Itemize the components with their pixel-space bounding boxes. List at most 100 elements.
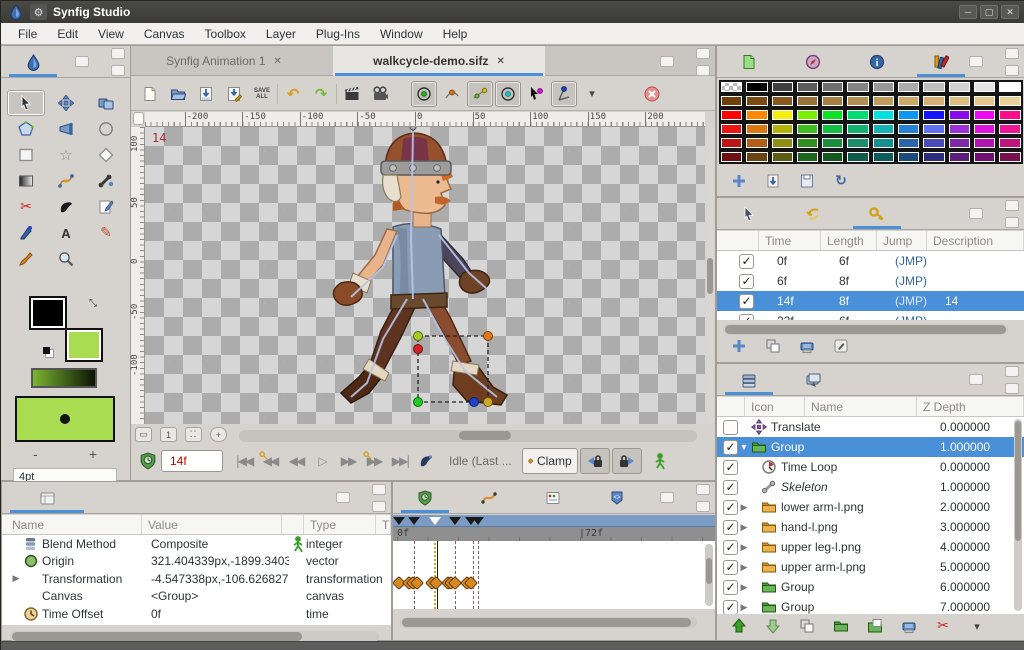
menu-canvas[interactable]: Canvas (135, 25, 194, 43)
palette-color[interactable] (921, 80, 947, 94)
dock-handle[interactable] (969, 366, 1021, 394)
timetrack-vscrollbar[interactable] (705, 544, 713, 606)
swap-colors-icon[interactable]: ⤡ (89, 298, 97, 309)
print-layer-button[interactable] (897, 615, 921, 637)
add-view-button[interactable]: + (210, 427, 227, 442)
layer-row[interactable]: ✓ ▶ upper leg-l.png 4.000000 (717, 537, 1024, 557)
duplicate-layer-button[interactable] (795, 615, 819, 637)
palette-color[interactable] (946, 80, 972, 94)
palette-color[interactable] (794, 122, 821, 136)
parameter-row[interactable]: Blend Method Composite integer (2, 535, 391, 553)
open-button[interactable] (165, 81, 191, 107)
layers-vscrollbar[interactable] (1014, 419, 1022, 611)
palette-color[interactable] (794, 80, 821, 94)
palette-color[interactable] (794, 136, 821, 150)
more-options-button[interactable]: ▾ (965, 615, 989, 637)
spline-tool[interactable] (47, 168, 85, 194)
layer-checkbox[interactable]: ✓ (723, 579, 738, 595)
layer-row[interactable]: ✓ ▶ upper arm-l.png 5.000000 (717, 557, 1024, 577)
palette-color[interactable] (845, 108, 871, 122)
tab-synfig-animation-1[interactable]: Synfig Animation 1 ✕ (131, 46, 317, 76)
palette-color[interactable] (769, 108, 795, 122)
layer-row[interactable]: ✓ Time Loop 0.000000 (717, 457, 1024, 477)
timetrack-body[interactable] (393, 541, 715, 609)
palette-color[interactable] (820, 80, 846, 94)
text-tool[interactable]: A (47, 220, 85, 246)
palette-color[interactable] (896, 136, 922, 150)
palette-color[interactable] (971, 94, 998, 108)
layer-row[interactable]: ✓ ▶ lower arm-l.png 2.000000 (717, 497, 1024, 517)
palette-color[interactable] (997, 80, 1023, 94)
dropdown-button[interactable]: ▾ (579, 81, 605, 107)
undo-button[interactable]: ↶ (280, 81, 306, 107)
gradient-tool[interactable] (7, 168, 45, 194)
angle-cursor-handles-button[interactable] (523, 81, 549, 107)
palette-color[interactable] (946, 122, 972, 136)
palette-color[interactable] (997, 136, 1023, 150)
expander-icon[interactable]: ▶ (10, 573, 22, 584)
palette-color[interactable] (997, 94, 1023, 108)
layer-checkbox[interactable]: ✓ (723, 559, 738, 575)
close-animation-button[interactable] (639, 81, 665, 107)
vertical-ruler[interactable]: 100 50 0 -50 -100 (130, 127, 145, 424)
mirror-tool[interactable] (87, 90, 125, 116)
keyframe-mark-14[interactable] (428, 517, 441, 525)
parameter-row[interactable]: Time Offset 0f time (2, 605, 391, 623)
menu-view[interactable]: View (89, 25, 133, 43)
palette-color[interactable] (997, 108, 1023, 122)
keyframe-mark-22[interactable] (449, 517, 462, 525)
tab-history[interactable] (781, 199, 845, 229)
expander-icon[interactable]: ▶ (738, 602, 750, 613)
palette-color[interactable] (744, 108, 770, 122)
parameter-row[interactable]: ▶ Transformation -4.547338px,-106.626827… (2, 570, 391, 588)
tab-canvas-browser[interactable] (781, 365, 845, 395)
palette-color[interactable] (870, 108, 897, 122)
brush-tool[interactable] (7, 246, 45, 272)
palette-color[interactable] (744, 122, 770, 136)
brush-preview[interactable] (15, 396, 115, 442)
lock-future-keyframe-button[interactable] (611, 448, 642, 474)
group-into-layer-button[interactable] (829, 615, 853, 637)
palette-color[interactable] (870, 122, 897, 136)
dock-handle[interactable] (969, 200, 1021, 228)
outline-color-swatch[interactable] (29, 296, 67, 330)
tab-palette-editor[interactable] (909, 47, 973, 77)
palette-color[interactable] (719, 108, 745, 122)
expander-icon[interactable]: ▶ (738, 562, 750, 573)
palette-color[interactable] (845, 80, 871, 94)
tab-timetrack[interactable] (393, 483, 457, 513)
save-palette-button[interactable] (795, 170, 819, 192)
interpolation-dropdown[interactable]: Clamp (521, 448, 578, 474)
palette-color[interactable] (719, 136, 745, 150)
expander-icon[interactable]: ▼ (738, 442, 750, 452)
palette-color[interactable] (921, 122, 947, 136)
parameter-row[interactable]: Origin 321.404339px,-1899.3403 vector (2, 553, 391, 571)
palette-color[interactable] (769, 136, 795, 150)
raise-layer-button[interactable] (727, 615, 751, 637)
palette-color[interactable] (946, 150, 972, 164)
draw-tool[interactable] (7, 220, 45, 246)
play-button[interactable]: ▷ (309, 449, 335, 473)
palette-color[interactable] (719, 80, 745, 94)
keyframe-checkbox[interactable]: ✓ (739, 253, 754, 269)
palette-color[interactable] (971, 150, 998, 164)
animate-shield-icon[interactable] (137, 452, 159, 470)
sketch-tool[interactable]: ✎ (87, 220, 125, 246)
palette-color[interactable] (820, 108, 846, 122)
menu-plugins[interactable]: Plug-Ins (307, 25, 369, 43)
horizontal-ruler[interactable]: -200 -150 -100 -50 0 50 100 150 200 (145, 112, 705, 127)
palette-color[interactable] (946, 94, 972, 108)
palette-color[interactable] (896, 150, 922, 164)
palette-color[interactable] (820, 122, 846, 136)
menu-help[interactable]: Help (434, 25, 477, 43)
timebar[interactable] (393, 515, 715, 527)
ruler-corner[interactable] (133, 112, 144, 125)
polygon-tool[interactable] (87, 142, 125, 168)
tab-navigator[interactable] (781, 47, 845, 77)
seek-prev-keyframe-button[interactable]: ◀◀ (257, 449, 283, 473)
tab-close-icon[interactable]: ✕ (497, 56, 505, 67)
expander-icon[interactable]: ▶ (738, 502, 750, 513)
angle-handles-button[interactable] (551, 80, 577, 107)
palette-color[interactable] (896, 122, 922, 136)
star-tool[interactable]: ☆ (47, 142, 85, 168)
